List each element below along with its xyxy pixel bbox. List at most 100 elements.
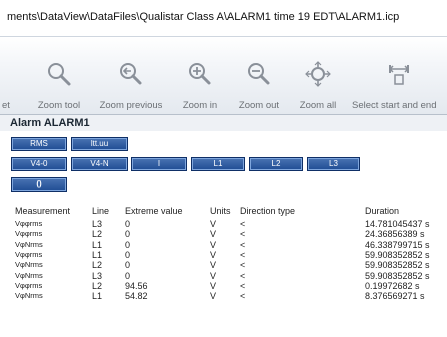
- channel-button-vphph[interactable]: V4-0: [11, 157, 67, 171]
- cell-extreme-value: 0: [125, 270, 131, 281]
- cell-line: L3: [92, 219, 103, 230]
- zoom-previous-icon: [120, 63, 142, 85]
- channel-label-vphn: V4-N: [90, 159, 109, 168]
- col-header-extreme-value[interactable]: Extreme value: [121, 203, 206, 219]
- cell-units: V: [210, 239, 217, 250]
- extra-toggle-label: (): [36, 179, 42, 188]
- table-row[interactable]: Vφφrms L1 0 V < 59.908352852 s 20: [11, 250, 447, 260]
- cell-duration: 59.908352852 s: [365, 260, 430, 271]
- cell-direction-type: <: [240, 260, 246, 271]
- window-title: ments\DataView\DataFiles\Qualistar Class…: [0, 0, 447, 36]
- cell-units: V: [210, 270, 217, 281]
- magnifier-icon: [48, 63, 71, 86]
- cell-direction-type: <: [240, 270, 246, 281]
- cell-units: V: [210, 250, 217, 261]
- waveform-mode-button[interactable]: ltt.uu: [71, 137, 128, 151]
- table-row[interactable]: Vφφrms L2 94.56 V < 0.19972682 s 20: [11, 281, 447, 291]
- zoom-in-icon: [189, 63, 211, 85]
- channel-button-l1[interactable]: L1: [191, 157, 245, 171]
- alarm-panel-title: Alarm ALARM1: [0, 115, 447, 131]
- rms-mode-label: RMS: [30, 139, 48, 148]
- zoom-in-label: Zoom in: [182, 100, 218, 111]
- col-header-direction-type[interactable]: Direction type: [236, 203, 361, 219]
- channel-label-l2: L2: [271, 159, 281, 168]
- zoom-all-label: Zoom all: [299, 100, 337, 111]
- cell-direction-type: <: [240, 280, 246, 291]
- table-header-row: Measurement Line Extreme value Units Dir…: [11, 203, 447, 219]
- col-header-units[interactable]: Units: [206, 203, 236, 219]
- cell-extreme-value: 0: [125, 229, 131, 240]
- col-header-line[interactable]: Line: [88, 203, 121, 219]
- cell-extreme-value: 0: [125, 219, 131, 230]
- cell-extreme-value: 0: [125, 250, 131, 261]
- cell-units: V: [210, 280, 217, 291]
- col-header-duration[interactable]: Duration: [361, 203, 446, 219]
- cell-line: L1: [92, 250, 103, 261]
- channel-label-l3: L3: [329, 159, 338, 168]
- cell-line: L2: [92, 260, 103, 271]
- zoom-in-button[interactable]: Zoom in: [172, 37, 228, 113]
- cell-duration: 59.908352852 s: [365, 250, 430, 261]
- cell-duration: 14.781045437 s: [365, 219, 430, 230]
- cell-extreme-value: 0: [125, 260, 131, 271]
- zoom-out-label: Zoom out: [238, 100, 280, 111]
- table-row[interactable]: VφNrms L1 0 V < 46.338799715 s 20: [11, 240, 447, 250]
- extra-toggle-button[interactable]: (): [11, 177, 67, 192]
- cell-line: L1: [92, 291, 103, 302]
- channel-button-l3[interactable]: L3: [307, 157, 360, 171]
- cell-line: L2: [92, 229, 103, 240]
- zoom-previous-label: Zoom previous: [99, 100, 163, 111]
- cell-measurement: VφNrms: [15, 239, 43, 249]
- zoom-previous-button[interactable]: Zoom previous: [92, 37, 170, 113]
- cell-units: V: [210, 219, 217, 230]
- table-row[interactable]: VφNrms L2 0 V < 59.908352852 s 20: [11, 260, 447, 270]
- cell-duration: 59.908352852 s: [365, 270, 430, 281]
- table-row[interactable]: VφNrms L1 54.82 V < 8.376569271 s 20: [11, 291, 447, 301]
- cell-extreme-value: 54.82: [125, 291, 148, 302]
- rms-mode-button[interactable]: RMS: [11, 137, 67, 151]
- cell-measurement: Vφφrms: [15, 280, 43, 290]
- cell-units: V: [210, 291, 217, 302]
- cell-measurement: Vφφrms: [15, 250, 43, 260]
- cell-direction-type: <: [240, 250, 246, 261]
- cell-duration: 24.36856389 s: [365, 229, 425, 240]
- channel-label-vphph: V4-0: [30, 159, 48, 168]
- table-row[interactable]: VφNrms L3 0 V < 59.908352852 s 20: [11, 270, 447, 281]
- cell-units: V: [210, 260, 217, 271]
- cell-measurement: Vφφrms: [15, 219, 43, 229]
- select-range-icon: [388, 65, 410, 85]
- zoom-out-button[interactable]: Zoom out: [229, 37, 289, 113]
- channel-button-l2[interactable]: L2: [249, 157, 303, 171]
- zoom-all-button[interactable]: Zoom all: [290, 37, 346, 113]
- cell-units: V: [210, 229, 217, 240]
- channel-button-vphn[interactable]: V4-N: [71, 157, 128, 171]
- cell-duration: 8.376569271 s: [365, 291, 425, 302]
- zoom-all-icon: [305, 61, 331, 87]
- cell-line: L1: [92, 239, 103, 250]
- partial-tool-button[interactable]: et: [0, 37, 16, 113]
- cell-extreme-value: 94.56: [125, 280, 148, 291]
- cell-measurement: VφNrms: [15, 291, 43, 301]
- channel-button-current[interactable]: I: [131, 157, 187, 171]
- col-header-measurement[interactable]: Measurement: [11, 203, 88, 219]
- cell-measurement: VφNrms: [15, 270, 43, 280]
- zoom-tool-button[interactable]: Zoom tool: [28, 37, 90, 113]
- partial-tool-label: et: [2, 100, 10, 111]
- alarm-table: Measurement Line Extreme value Units Dir…: [11, 203, 447, 301]
- cell-direction-type: <: [240, 291, 246, 302]
- table-row[interactable]: Vφφrms L2 0 V < 24.36856389 s 20: [11, 229, 447, 239]
- cell-direction-type: <: [240, 229, 246, 240]
- table-row[interactable]: Vφφrms L3 0 V < 14.781045437 s 20: [11, 219, 447, 229]
- cell-line: L3: [92, 270, 103, 281]
- channel-label-current: I: [157, 159, 161, 168]
- channel-label-l1: L1: [213, 159, 223, 168]
- cell-measurement: VφNrms: [15, 260, 43, 270]
- select-start-end-button[interactable]: Select start and end: [348, 37, 447, 113]
- cell-direction-type: <: [240, 219, 246, 230]
- select-start-end-label: Select start and end: [352, 100, 437, 111]
- cell-direction-type: <: [240, 239, 246, 250]
- zoom-out-icon: [248, 63, 270, 85]
- cell-duration: 0.19972682 s: [365, 280, 420, 291]
- cell-line: L2: [92, 280, 103, 291]
- zoom-tool-label: Zoom tool: [37, 100, 81, 111]
